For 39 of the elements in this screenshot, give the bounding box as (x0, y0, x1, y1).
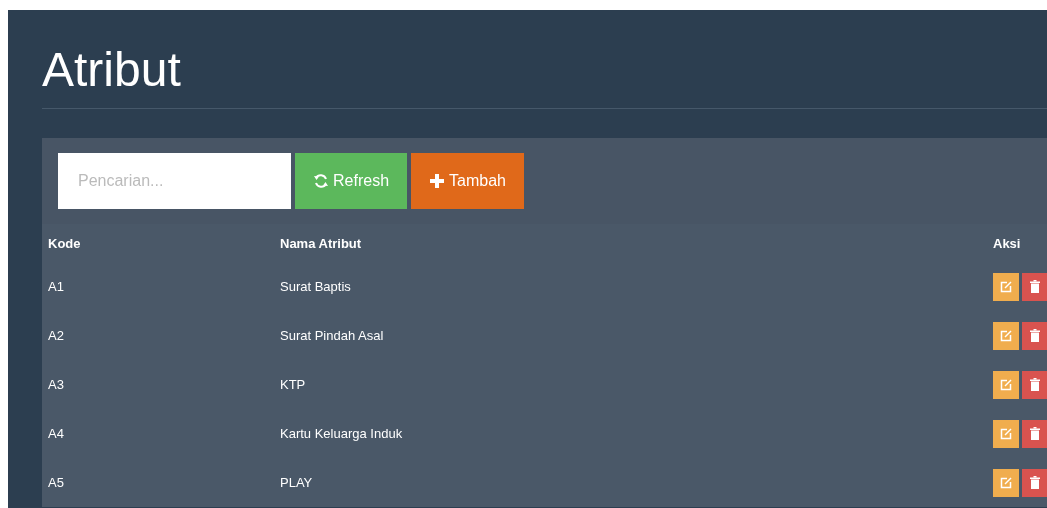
plus-icon (429, 173, 446, 189)
edit-button[interactable] (993, 370, 1019, 399)
refresh-button[interactable]: Refresh (295, 153, 408, 209)
edit-button[interactable] (993, 468, 1019, 497)
delete-button[interactable] (1022, 272, 1047, 301)
edit-button[interactable] (993, 321, 1019, 350)
table-cell-text: A1 (48, 279, 65, 294)
trash-icon (1030, 378, 1040, 391)
edit-icon (1000, 427, 1012, 440)
edit-button[interactable] (993, 272, 1019, 301)
edit-icon (1000, 280, 1012, 293)
trash-icon (1030, 476, 1040, 489)
delete-button[interactable] (1022, 468, 1047, 497)
delete-button[interactable] (1022, 370, 1047, 399)
table-cell-text: A3 (48, 377, 65, 392)
table-cell-text: Surat Baptis (280, 279, 352, 294)
edit-button[interactable] (993, 419, 1019, 448)
search-field[interactable]: Pencarian... (58, 153, 291, 209)
table-cell-text: A4 (48, 426, 65, 441)
table-cell-text: Kartu Keluarga Induk (280, 426, 404, 441)
delete-button[interactable] (1022, 321, 1047, 350)
table-cell-text: A5 (48, 475, 65, 490)
column-header: Kode (48, 235, 82, 251)
refresh-icon (313, 173, 329, 189)
trash-icon (1030, 329, 1040, 342)
column-header: Aksi (993, 235, 1022, 251)
page-title: Atribut (42, 42, 182, 98)
add-button[interactable]: Tambah (411, 153, 524, 209)
edit-icon (1000, 476, 1012, 489)
table-cell-text: KTP (280, 377, 307, 392)
delete-button[interactable] (1022, 419, 1047, 448)
edit-icon (1000, 329, 1012, 342)
trash-icon (1030, 427, 1040, 440)
table-cell-text: PLAY (280, 475, 314, 490)
trash-icon (1030, 280, 1040, 293)
edit-icon (1000, 378, 1012, 391)
table-cell-text: A2 (48, 328, 65, 343)
column-header: Nama Atribut (280, 235, 363, 251)
table-cell-text: Surat Pindah Asal (280, 328, 385, 343)
